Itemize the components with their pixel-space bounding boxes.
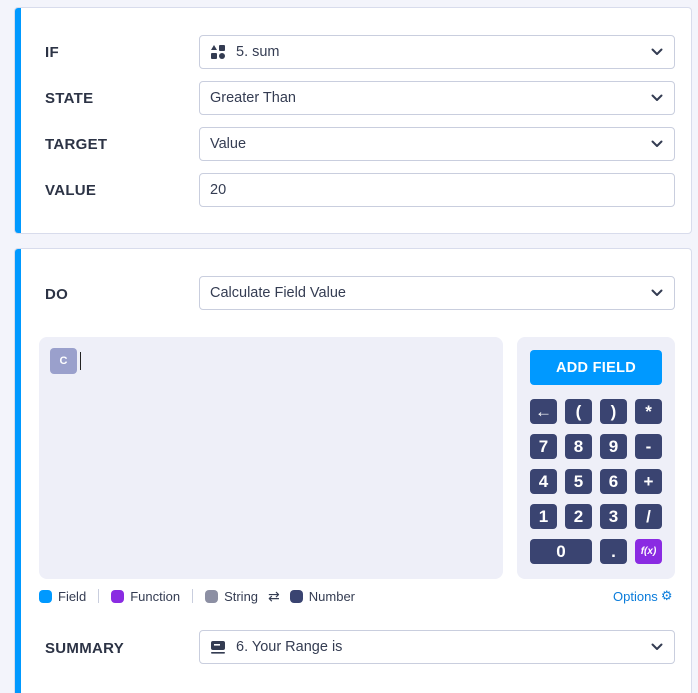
chevron-down-icon (650, 286, 664, 300)
state-value: Greater Than (210, 90, 296, 106)
legend-divider (98, 589, 100, 603)
calculator-keypad: ADD FIELD ← ( ) * 7 8 9 - 4 5 6 + 1 2 3 … (517, 337, 675, 579)
key-7[interactable]: 7 (530, 434, 557, 459)
key-open-paren[interactable]: ( (565, 399, 592, 424)
legend-string-label: String (224, 588, 259, 604)
summary-field-select[interactable]: 6. Your Range is (199, 630, 675, 664)
key-minus[interactable]: - (635, 434, 662, 459)
text-cursor (80, 352, 81, 370)
key-1[interactable]: 1 (530, 504, 557, 529)
key-0[interactable]: 0 (530, 539, 592, 564)
text-field-icon (210, 639, 226, 655)
value-input[interactable]: 20 (199, 173, 675, 207)
action-card: DO Calculate Field Value C ADD FIELD ← (… (14, 248, 692, 693)
string-swatch (205, 589, 219, 603)
key-function[interactable]: f(x) (635, 539, 662, 564)
key-multiply[interactable]: * (635, 399, 662, 424)
value-input-text: 20 (210, 182, 227, 198)
gear-icon: ⚙ (660, 588, 673, 603)
if-field-value: 5. sum (236, 44, 280, 60)
legend-function: Function (111, 589, 180, 604)
key-2[interactable]: 2 (565, 504, 592, 529)
chevron-down-icon (650, 640, 664, 654)
key-8[interactable]: 8 (565, 434, 592, 459)
legend-field-label: Field (58, 588, 87, 604)
chevron-down-icon (650, 137, 664, 151)
legend-function-label: Function (130, 588, 181, 604)
key-divide[interactable]: / (635, 504, 662, 529)
do-label: DO (45, 286, 69, 303)
legend-field: Field (39, 589, 86, 604)
key-9[interactable]: 9 (600, 434, 627, 459)
key-plus[interactable]: + (635, 469, 662, 494)
key-4[interactable]: 4 (530, 469, 557, 494)
options-link[interactable]: Options ⚙ (613, 588, 672, 604)
do-action-select[interactable]: Calculate Field Value (199, 276, 675, 310)
state-label: STATE (45, 90, 94, 107)
number-swatch (289, 589, 303, 603)
formula-chip[interactable]: C (50, 348, 77, 374)
legend-divider (192, 589, 194, 603)
chevron-down-icon (650, 91, 664, 105)
if-field-select[interactable]: 5. sum (199, 35, 675, 69)
legend-number-label: Number (308, 588, 356, 604)
token-legend: Field Function String ⇄ Number (39, 588, 355, 604)
key-6[interactable]: 6 (600, 469, 627, 494)
swap-icon[interactable]: ⇄ (268, 588, 280, 605)
target-select[interactable]: Value (199, 127, 675, 161)
summary-label: SUMMARY (45, 640, 125, 657)
add-field-button[interactable]: ADD FIELD (530, 350, 662, 385)
key-5[interactable]: 5 (565, 469, 592, 494)
function-swatch (111, 589, 125, 603)
state-select[interactable]: Greater Than (199, 81, 675, 115)
options-label: Options (613, 588, 658, 604)
key-close-paren[interactable]: ) (600, 399, 627, 424)
key-decimal[interactable]: . (600, 539, 627, 564)
condition-card: IF 5. sum STATE Greater Than TARGET Valu… (14, 7, 692, 234)
key-3[interactable]: 3 (600, 504, 627, 529)
key-backspace[interactable]: ← (530, 399, 557, 424)
legend-string: String (205, 589, 258, 604)
target-value: Value (210, 136, 247, 152)
widget-shapes-icon (210, 44, 226, 60)
do-action-value: Calculate Field Value (210, 285, 346, 301)
if-label: IF (45, 44, 59, 61)
summary-field-value: 6. Your Range is (236, 639, 343, 655)
value-label: VALUE (45, 182, 97, 199)
formula-editor[interactable]: C (39, 337, 503, 579)
field-swatch (39, 589, 52, 603)
target-label: TARGET (45, 136, 108, 153)
legend-number: Number (289, 588, 356, 604)
chevron-down-icon (650, 45, 664, 59)
